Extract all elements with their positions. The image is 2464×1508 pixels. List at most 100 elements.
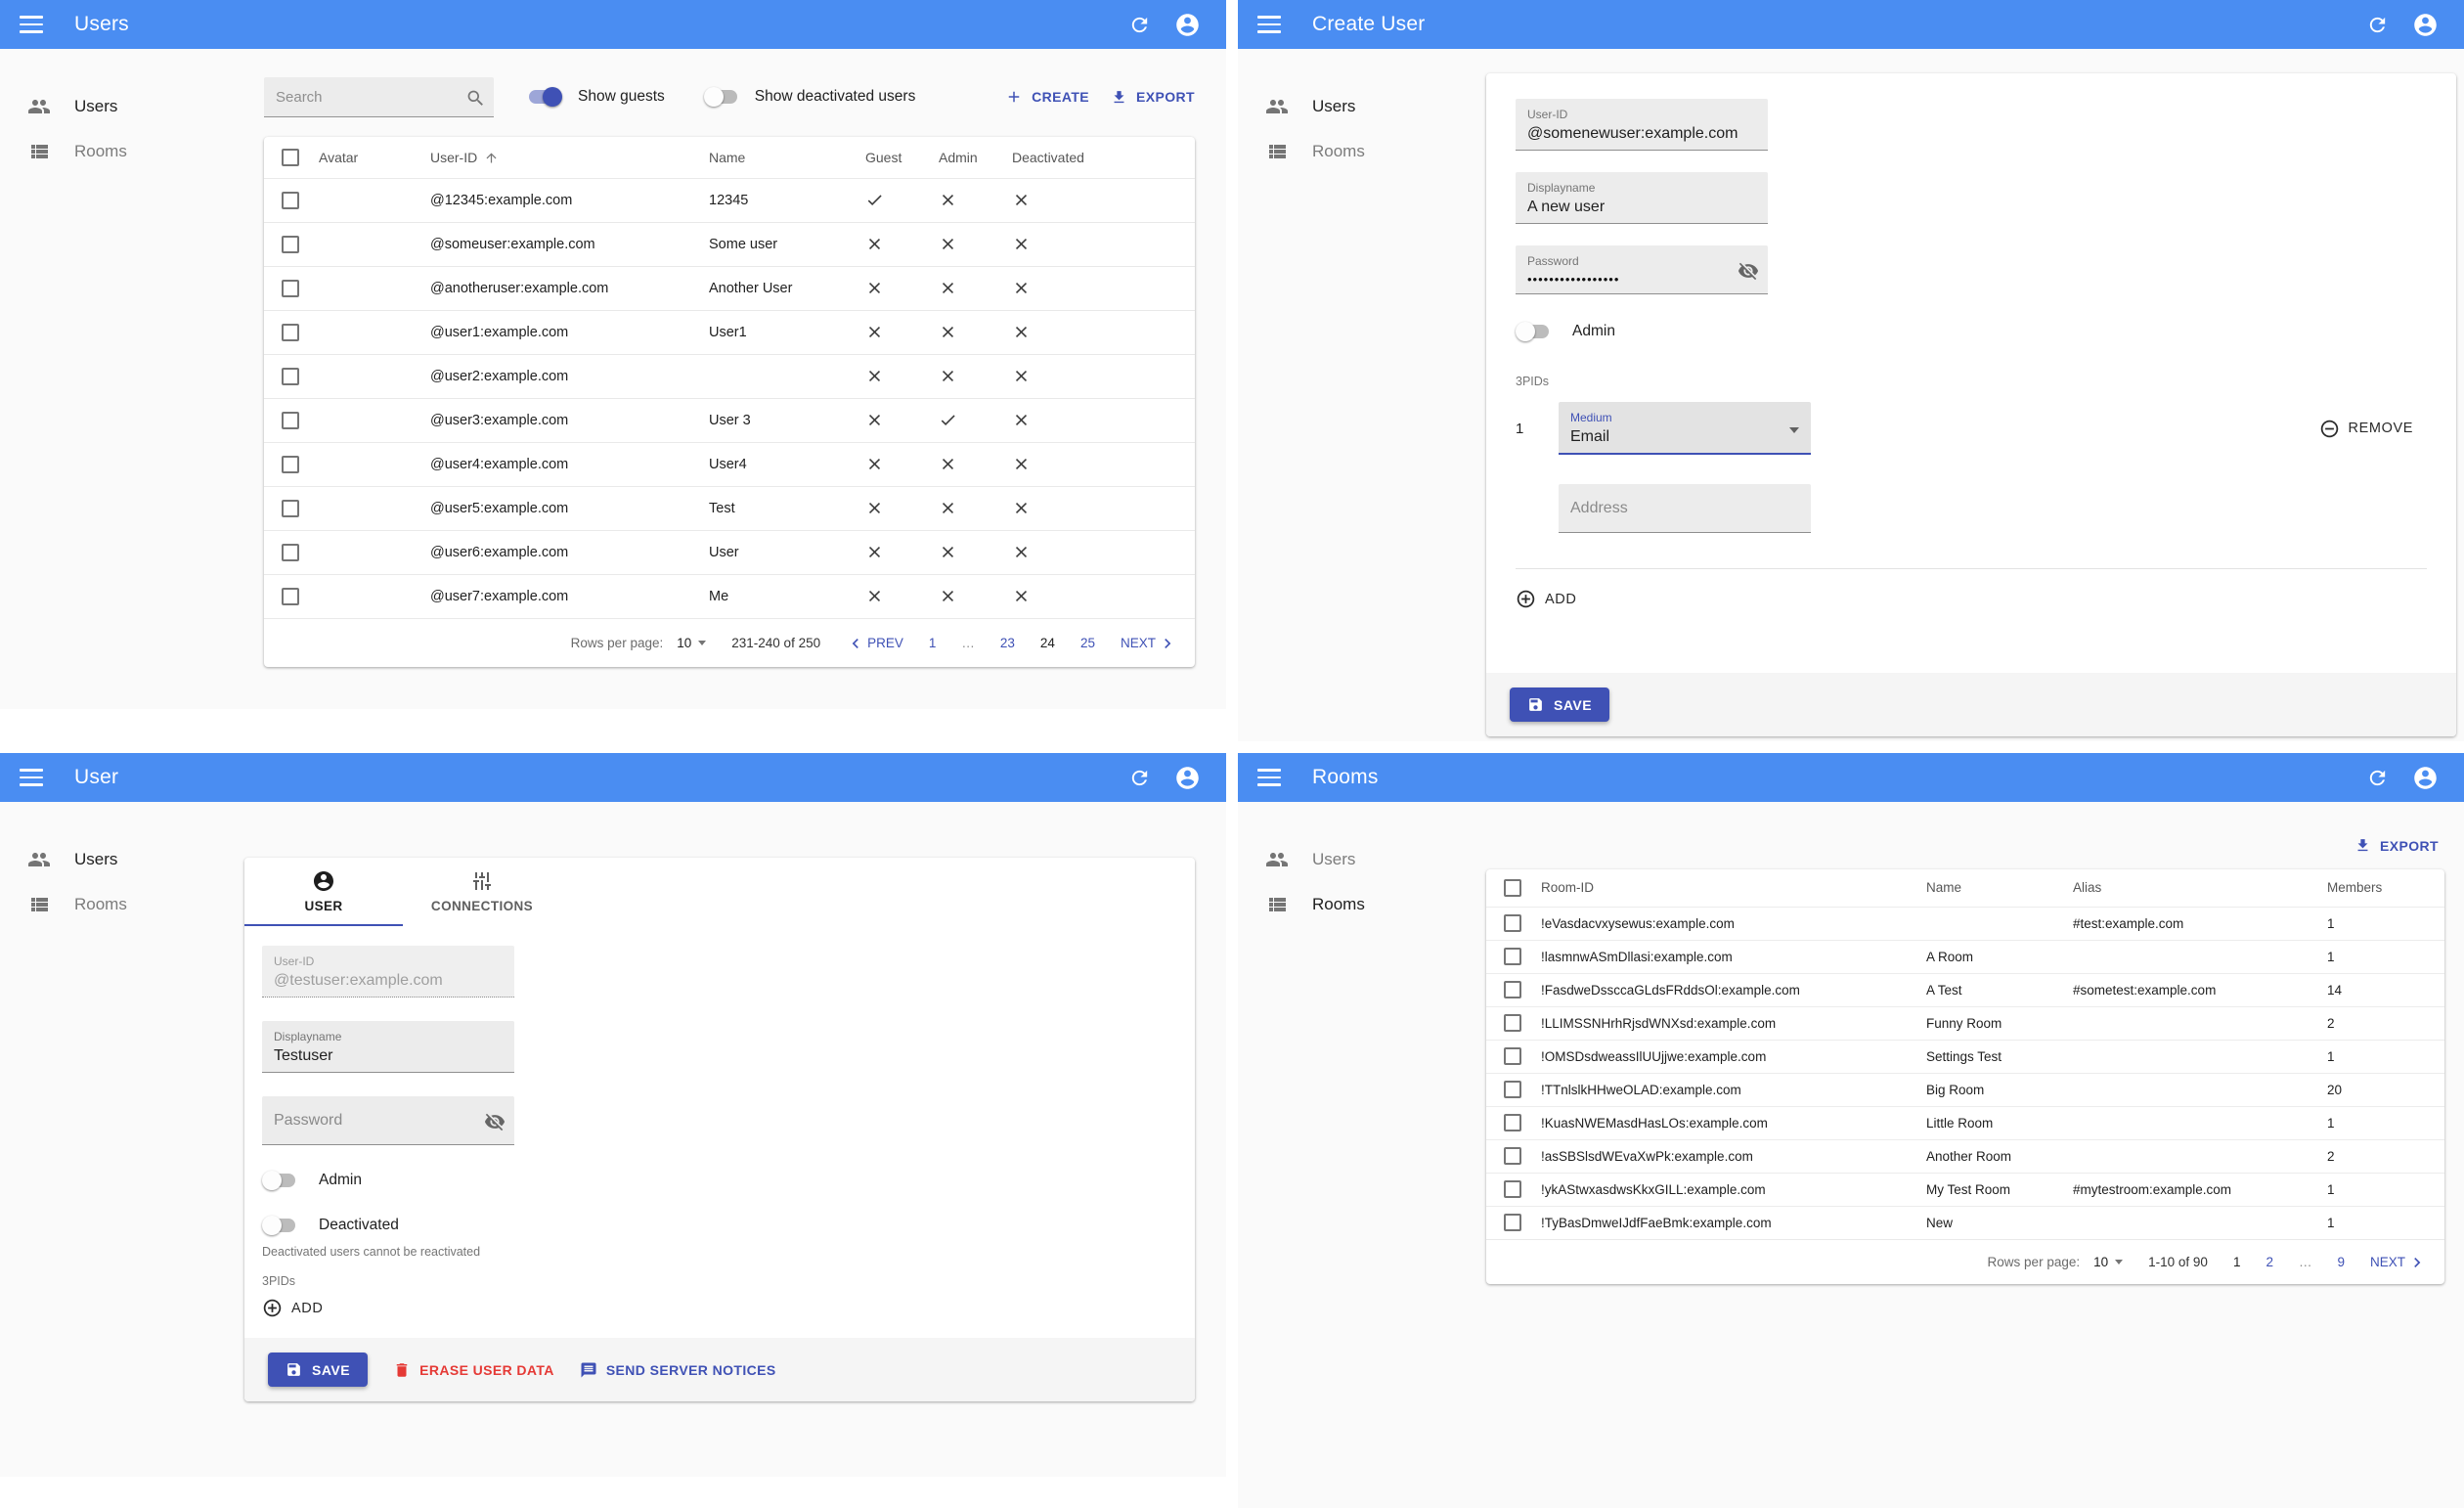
table-row[interactable]: !TyBasDmweIJdfFaeBmk:example.com New 1 <box>1486 1205 2444 1239</box>
row-checkbox[interactable] <box>282 499 299 517</box>
page-link[interactable]: 1 <box>929 636 937 650</box>
add-button[interactable]: ADD <box>262 1298 323 1318</box>
rows-per-page-select[interactable]: 10 <box>677 636 707 650</box>
table-row[interactable]: @user5:example.com Test <box>264 485 1195 530</box>
show-deactivated-toggle[interactable] <box>703 87 739 107</box>
row-checkbox[interactable] <box>282 411 299 429</box>
table-row[interactable]: @user1:example.com User1 <box>264 309 1195 354</box>
menu-icon[interactable] <box>20 16 43 33</box>
page-link[interactable]: 9 <box>2337 1255 2345 1269</box>
profile-icon[interactable] <box>1174 12 1201 38</box>
row-checkbox[interactable] <box>282 323 299 341</box>
displayname-input[interactable] <box>1527 199 1756 216</box>
col-header-room-id[interactable]: Room-ID <box>1541 869 1926 907</box>
deactivated-toggle[interactable] <box>262 1216 297 1235</box>
row-checkbox[interactable] <box>1504 914 1521 932</box>
row-checkbox[interactable] <box>1504 948 1521 965</box>
profile-icon[interactable] <box>1174 765 1201 791</box>
table-row[interactable]: !OMSDsdweassIlUUjjwe:example.com Setting… <box>1486 1039 2444 1073</box>
displayname-input[interactable] <box>274 1047 503 1065</box>
visibility-off-icon[interactable] <box>484 1111 506 1132</box>
export-button[interactable]: EXPORT <box>2354 837 2439 854</box>
table-row[interactable]: @user6:example.com User <box>264 529 1195 574</box>
row-checkbox[interactable] <box>1504 981 1521 998</box>
profile-icon[interactable] <box>2412 12 2439 38</box>
row-checkbox[interactable] <box>1504 1114 1521 1131</box>
erase-user-data-button[interactable]: ERASE USER DATA <box>393 1361 554 1379</box>
menu-icon[interactable] <box>20 769 43 786</box>
sidebar-item-users[interactable]: Users <box>1238 84 1482 129</box>
table-row[interactable]: !asSBSlsdWEvaXwPk:example.com Another Ro… <box>1486 1138 2444 1173</box>
row-checkbox[interactable] <box>282 455 299 473</box>
row-checkbox[interactable] <box>282 191 299 209</box>
search-input[interactable] <box>264 76 494 116</box>
visibility-off-icon[interactable] <box>1738 260 1759 282</box>
select-all-checkbox[interactable] <box>282 148 299 166</box>
table-row[interactable]: !TTnlslkHHweOLAD:example.com Big Room 20 <box>1486 1072 2444 1106</box>
col-header-name[interactable]: Name <box>1926 869 2073 907</box>
password-input[interactable] <box>1527 272 1756 287</box>
menu-icon[interactable] <box>1257 769 1281 786</box>
sidebar-item-users[interactable]: Users <box>1238 837 1482 882</box>
sidebar-item-users[interactable]: Users <box>0 837 244 882</box>
row-checkbox[interactable] <box>282 235 299 253</box>
tab-user[interactable]: USER <box>244 858 403 926</box>
row-checkbox[interactable] <box>282 279 299 297</box>
row-checkbox[interactable] <box>282 587 299 605</box>
table-row[interactable]: !lasmnwASmDllasi:example.com A Room 1 <box>1486 939 2444 973</box>
medium-select[interactable]: Medium Email <box>1559 402 1811 455</box>
row-checkbox[interactable] <box>1504 1014 1521 1032</box>
refresh-icon[interactable] <box>1128 14 1151 36</box>
page-link[interactable]: 23 <box>1000 636 1015 650</box>
row-checkbox[interactable] <box>1504 1047 1521 1065</box>
table-row[interactable]: !FasdweDssccaGLdsFRddsOl:example.com A T… <box>1486 972 2444 1006</box>
col-header-alias[interactable]: Alias <box>2073 869 2327 907</box>
export-button[interactable]: EXPORT <box>1111 89 1195 106</box>
prev-button[interactable]: PREV <box>846 634 903 653</box>
table-row[interactable]: @user4:example.com User4 <box>264 441 1195 486</box>
admin-toggle[interactable] <box>1516 322 1551 341</box>
col-header-user-id[interactable]: User-ID <box>430 137 709 178</box>
send-server-notices-button[interactable]: SEND SERVER NOTICES <box>580 1361 776 1379</box>
table-row[interactable]: @user7:example.com Me <box>264 573 1195 618</box>
page-link[interactable]: 2 <box>2266 1255 2273 1269</box>
select-all-checkbox[interactable] <box>1504 878 1521 897</box>
password-input[interactable] <box>274 1112 475 1130</box>
address-input[interactable] <box>1570 500 1772 517</box>
profile-icon[interactable] <box>2412 765 2439 791</box>
row-checkbox[interactable] <box>1504 1214 1521 1232</box>
sidebar-item-rooms[interactable]: Rooms <box>1238 882 1482 927</box>
table-row[interactable]: @user2:example.com <box>264 353 1195 398</box>
menu-icon[interactable] <box>1257 16 1281 33</box>
rows-per-page-select[interactable]: 10 <box>2093 1255 2124 1269</box>
table-row[interactable]: !ykAStwxasdwsKkxGILL:example.com My Test… <box>1486 1172 2444 1206</box>
add-button[interactable]: ADD <box>1516 589 1576 609</box>
sidebar-item-rooms[interactable]: Rooms <box>1238 129 1482 174</box>
sidebar-item-rooms[interactable]: Rooms <box>0 882 244 927</box>
user-id-input[interactable] <box>1527 125 1756 143</box>
tab-connections[interactable]: CONNECTIONS <box>403 858 561 926</box>
save-button[interactable]: SAVE <box>268 1353 369 1387</box>
refresh-icon[interactable] <box>1128 767 1151 789</box>
sidebar-item-rooms[interactable]: Rooms <box>0 129 244 174</box>
table-row[interactable]: !LLIMSSNHrhRjsdWNXsd:example.com Funny R… <box>1486 1005 2444 1040</box>
row-checkbox[interactable] <box>282 543 299 561</box>
table-row[interactable]: !eVasdacvxysewus:example.com #test:examp… <box>1486 906 2444 940</box>
table-row[interactable]: !KuasNWEMasdHasLOs:example.com Little Ro… <box>1486 1105 2444 1139</box>
row-checkbox[interactable] <box>1504 1081 1521 1098</box>
remove-button[interactable]: REMOVE <box>2319 419 2413 439</box>
next-button[interactable]: NEXT <box>2370 1253 2427 1272</box>
sidebar-item-users[interactable]: Users <box>0 84 244 129</box>
show-guests-toggle[interactable] <box>527 87 562 107</box>
table-row[interactable]: @someuser:example.com Some user <box>264 221 1195 266</box>
save-button[interactable]: SAVE <box>1510 687 1610 722</box>
refresh-icon[interactable] <box>2366 767 2389 789</box>
table-row[interactable]: @user3:example.com User 3 <box>264 397 1195 442</box>
next-button[interactable]: NEXT <box>1121 634 1177 653</box>
row-checkbox[interactable] <box>282 367 299 385</box>
row-checkbox[interactable] <box>1504 1180 1521 1198</box>
create-button[interactable]: CREATE <box>1005 88 1089 106</box>
refresh-icon[interactable] <box>2366 14 2389 36</box>
row-checkbox[interactable] <box>1504 1147 1521 1165</box>
table-row[interactable]: @12345:example.com 12345 <box>264 177 1195 222</box>
